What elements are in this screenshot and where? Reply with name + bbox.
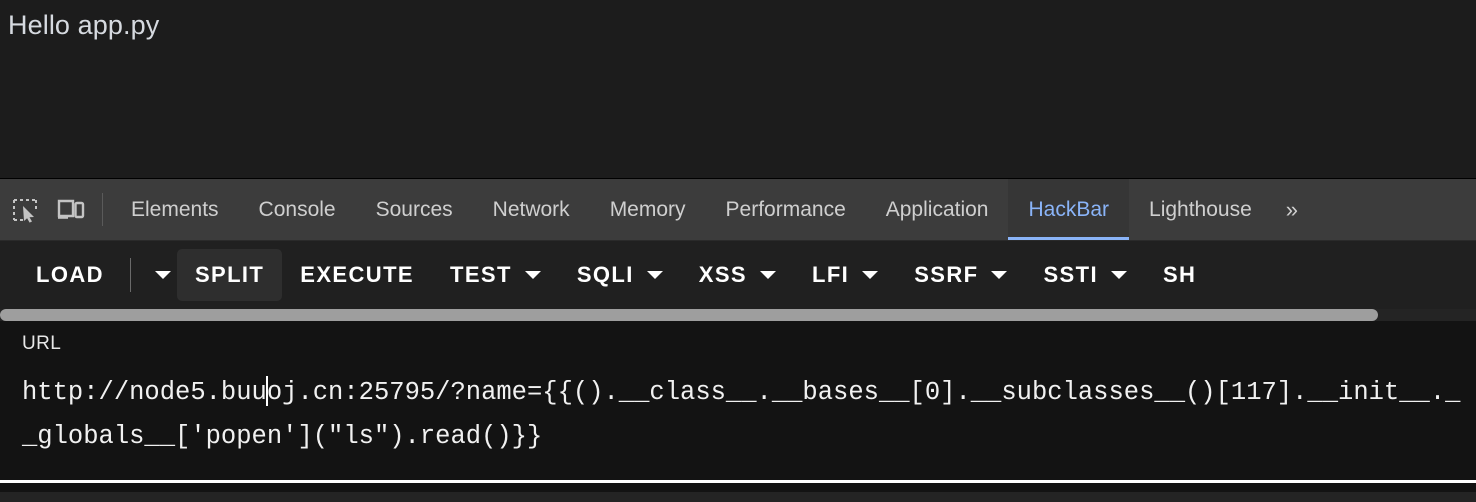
button-label: SQLI xyxy=(576,262,634,287)
hackbar-button-row: LOAD SPLIT EXECUTE TEST SQLI XSS LFI SSR… xyxy=(0,241,1476,309)
hackbar-load-divider xyxy=(129,258,131,292)
tab-label: Performance xyxy=(725,197,846,221)
hackbar-ssrf-button[interactable]: SSRF xyxy=(896,249,1025,301)
hackbar-horizontal-scrollbar[interactable] xyxy=(0,309,1476,321)
button-label: EXECUTE xyxy=(300,262,414,287)
chevron-down-icon xyxy=(646,271,663,279)
hackbar-ssti-button[interactable]: SSTI xyxy=(1025,249,1145,301)
tab-memory[interactable]: Memory xyxy=(590,179,706,240)
tab-application[interactable]: Application xyxy=(866,179,1009,240)
hackbar-sqli-button[interactable]: SQLI xyxy=(559,249,681,301)
button-label: SSTI xyxy=(1043,262,1098,287)
tab-label: Application xyxy=(885,197,989,221)
page-heading: Hello app.py xyxy=(8,10,160,40)
page-viewport: Hello app.py xyxy=(0,0,1476,178)
devtools-tabbar: Elements Console Sources Network Memory … xyxy=(0,179,1476,241)
tab-sources[interactable]: Sources xyxy=(356,179,473,240)
hackbar-load-dropdown-button[interactable] xyxy=(137,249,177,301)
chevron-down-icon xyxy=(862,271,879,279)
button-label: SH xyxy=(1162,262,1197,287)
inspect-element-button[interactable] xyxy=(2,179,48,240)
hackbar-execute-button[interactable]: EXECUTE xyxy=(282,249,432,301)
hackbar-lfi-button[interactable]: LFI xyxy=(794,249,896,301)
hackbar-toolbar: LOAD SPLIT EXECUTE TEST SQLI XSS LFI SSR… xyxy=(0,241,1476,309)
hackbar-load-button[interactable]: LOAD xyxy=(18,249,122,301)
chevron-down-icon xyxy=(1110,271,1127,279)
toolbar-separator xyxy=(102,193,103,226)
more-tabs-icon[interactable]: » xyxy=(1272,179,1312,240)
hackbar-split-button[interactable]: SPLIT xyxy=(176,249,283,301)
url-input[interactable]: http://node5.buuoj.cn:25795/?name={{()._… xyxy=(0,367,1476,483)
inspect-element-icon xyxy=(12,197,38,223)
more-tabs-label: » xyxy=(1285,196,1299,222)
button-label: XSS xyxy=(698,262,747,287)
tab-console[interactable]: Console xyxy=(239,179,356,240)
devtools-panel: Elements Console Sources Network Memory … xyxy=(0,178,1476,502)
tab-performance[interactable]: Performance xyxy=(706,179,866,240)
button-label: LOAD xyxy=(36,262,104,287)
button-label: TEST xyxy=(450,262,512,287)
tab-lighthouse[interactable]: Lighthouse xyxy=(1129,179,1272,240)
url-label: URL xyxy=(22,333,62,354)
tab-label: Console xyxy=(258,197,336,221)
tab-label: Network xyxy=(492,197,570,221)
tab-label: HackBar xyxy=(1028,197,1110,221)
hackbar-url-panel: URL http://node5.buuoj.cn:25795/?name={{… xyxy=(0,321,1476,492)
tab-label: Sources xyxy=(375,197,453,221)
device-toolbar-icon xyxy=(57,198,85,222)
chevron-down-icon xyxy=(155,271,172,279)
tab-label: Memory xyxy=(609,197,686,221)
url-value-before-caret: http://node5.buu xyxy=(22,378,267,407)
button-label: LFI xyxy=(812,262,850,287)
tab-label: Elements xyxy=(131,197,219,221)
hackbar-xss-button[interactable]: XSS xyxy=(681,249,794,301)
url-value[interactable]: http://node5.buuoj.cn:25795/?name={{()._… xyxy=(22,371,1470,459)
tab-label: Lighthouse xyxy=(1149,197,1252,221)
chevron-down-icon xyxy=(524,271,541,279)
tab-network[interactable]: Network xyxy=(473,179,590,240)
tab-elements[interactable]: Elements xyxy=(111,179,239,240)
button-label: SPLIT xyxy=(194,262,265,287)
hackbar-test-button[interactable]: TEST xyxy=(432,249,559,301)
scrollbar-thumb[interactable] xyxy=(0,309,1378,321)
device-toolbar-button[interactable] xyxy=(48,179,94,240)
chevron-down-icon xyxy=(991,271,1008,279)
hackbar-shell-button[interactable]: SH xyxy=(1145,249,1214,301)
chevron-down-icon xyxy=(760,271,776,279)
tab-hackbar[interactable]: HackBar xyxy=(1008,179,1130,240)
button-label: SSRF xyxy=(914,262,979,287)
